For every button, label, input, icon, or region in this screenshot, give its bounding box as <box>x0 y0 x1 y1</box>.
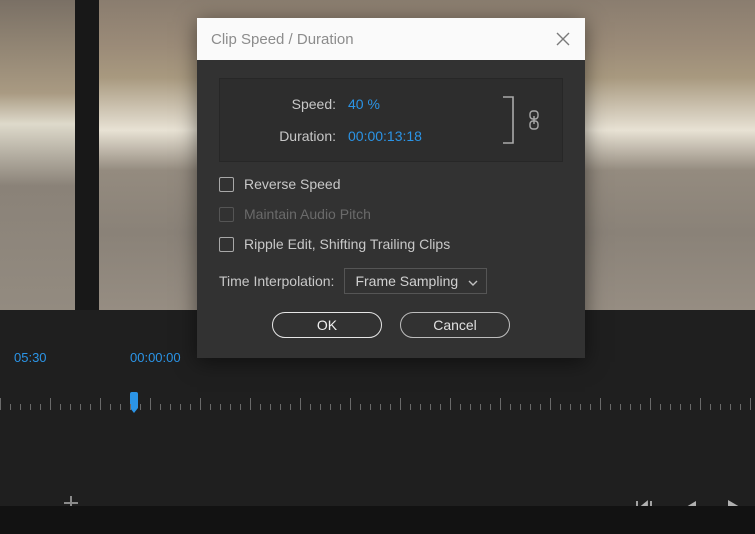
video-preview-left <box>0 0 75 310</box>
dialog-title: Clip Speed / Duration <box>211 31 354 48</box>
bottom-bar <box>0 506 755 534</box>
timecode-label: 05:30 <box>14 350 47 365</box>
dialog-titlebar[interactable]: Clip Speed / Duration <box>197 18 585 60</box>
ripple-edit-row[interactable]: Ripple Edit, Shifting Trailing Clips <box>219 236 563 252</box>
link-icon <box>528 110 540 130</box>
speed-label: Speed: <box>236 96 336 112</box>
ripple-edit-label: Ripple Edit, Shifting Trailing Clips <box>244 236 450 252</box>
dialog-buttons: OK Cancel <box>219 312 563 338</box>
maintain-audio-pitch-label: Maintain Audio Pitch <box>244 206 371 222</box>
link-speed-duration[interactable] <box>502 95 540 145</box>
checkbox-icon[interactable] <box>219 237 234 252</box>
time-interpolation-value: Frame Sampling <box>355 273 458 289</box>
reverse-speed-label: Reverse Speed <box>244 176 341 192</box>
timecode-label: 00:00:00 <box>130 350 181 365</box>
clip-speed-duration-dialog: Clip Speed / Duration Speed: Duration: 4… <box>197 18 585 358</box>
close-button[interactable] <box>551 27 575 51</box>
ok-button[interactable]: OK <box>272 312 382 338</box>
time-interpolation-label: Time Interpolation: <box>219 273 334 289</box>
close-icon <box>556 32 570 46</box>
preview-divider <box>75 0 99 310</box>
cancel-button[interactable]: Cancel <box>400 312 510 338</box>
chevron-down-icon <box>468 273 478 289</box>
checkbox-icon[interactable] <box>219 177 234 192</box>
reverse-speed-row[interactable]: Reverse Speed <box>219 176 563 192</box>
speed-value[interactable]: 40 % <box>348 96 422 112</box>
duration-label: Duration: <box>236 128 336 144</box>
checkbox-icon <box>219 207 234 222</box>
time-interpolation-row: Time Interpolation: Frame Sampling <box>219 268 563 294</box>
playhead-marker[interactable] <box>130 392 138 408</box>
timeline-ruler[interactable] <box>0 390 755 420</box>
speed-duration-group: Speed: Duration: 40 % 00:00:13:18 <box>219 78 563 162</box>
bracket-icon <box>502 95 520 145</box>
time-interpolation-select[interactable]: Frame Sampling <box>344 268 487 294</box>
maintain-audio-pitch-row: Maintain Audio Pitch <box>219 206 563 222</box>
duration-value[interactable]: 00:00:13:18 <box>348 128 422 144</box>
